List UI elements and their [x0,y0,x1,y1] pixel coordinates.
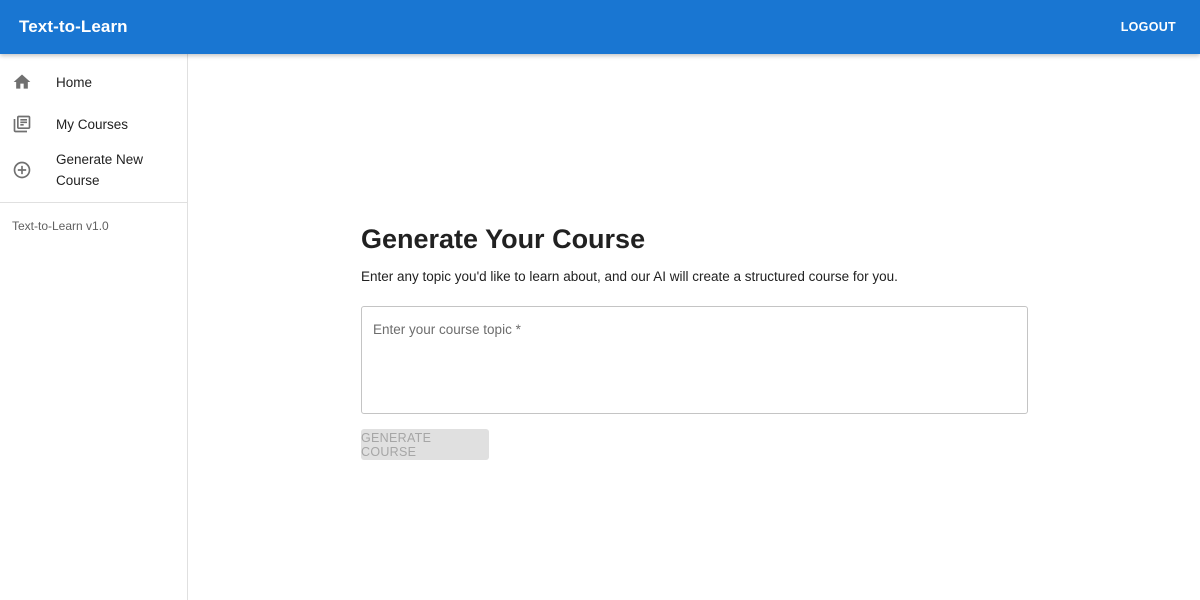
course-topic-placeholder: Enter your course topic * [373,322,521,337]
generate-course-button[interactable]: GENERATE COURSE [361,429,489,460]
sidebar-item-my-courses[interactable]: My Courses [0,103,187,145]
sidebar-nav: Home My Courses Generate New Course [0,54,187,203]
sidebar-item-label: Home [56,74,93,90]
sidebar-item-label: Generate New Course [56,152,144,188]
sidebar: Home My Courses Generate New Course Text… [0,54,188,600]
logout-button[interactable]: LOGOUT [1121,20,1176,34]
add-circle-outline-icon [12,160,32,180]
version-text: Text-to-Learn v1.0 [12,219,109,233]
sidebar-item-home[interactable]: Home [0,61,187,103]
sidebar-item-label: My Courses [56,116,129,132]
app-title[interactable]: Text-to-Learn [19,17,128,37]
home-icon [12,72,32,92]
page-title: Generate Your Course [361,224,646,254]
sidebar-item-generate-new-course[interactable]: Generate New Course [0,145,187,195]
library-books-icon [12,114,32,134]
main-content: Generate Your Course Enter any topic you… [361,223,1028,460]
app-bar: Text-to-Learn LOGOUT [0,0,1200,54]
page-subtitle: Enter any topic you'd like to learn abou… [361,269,898,284]
course-topic-input[interactable]: Enter your course topic * [361,306,1028,414]
